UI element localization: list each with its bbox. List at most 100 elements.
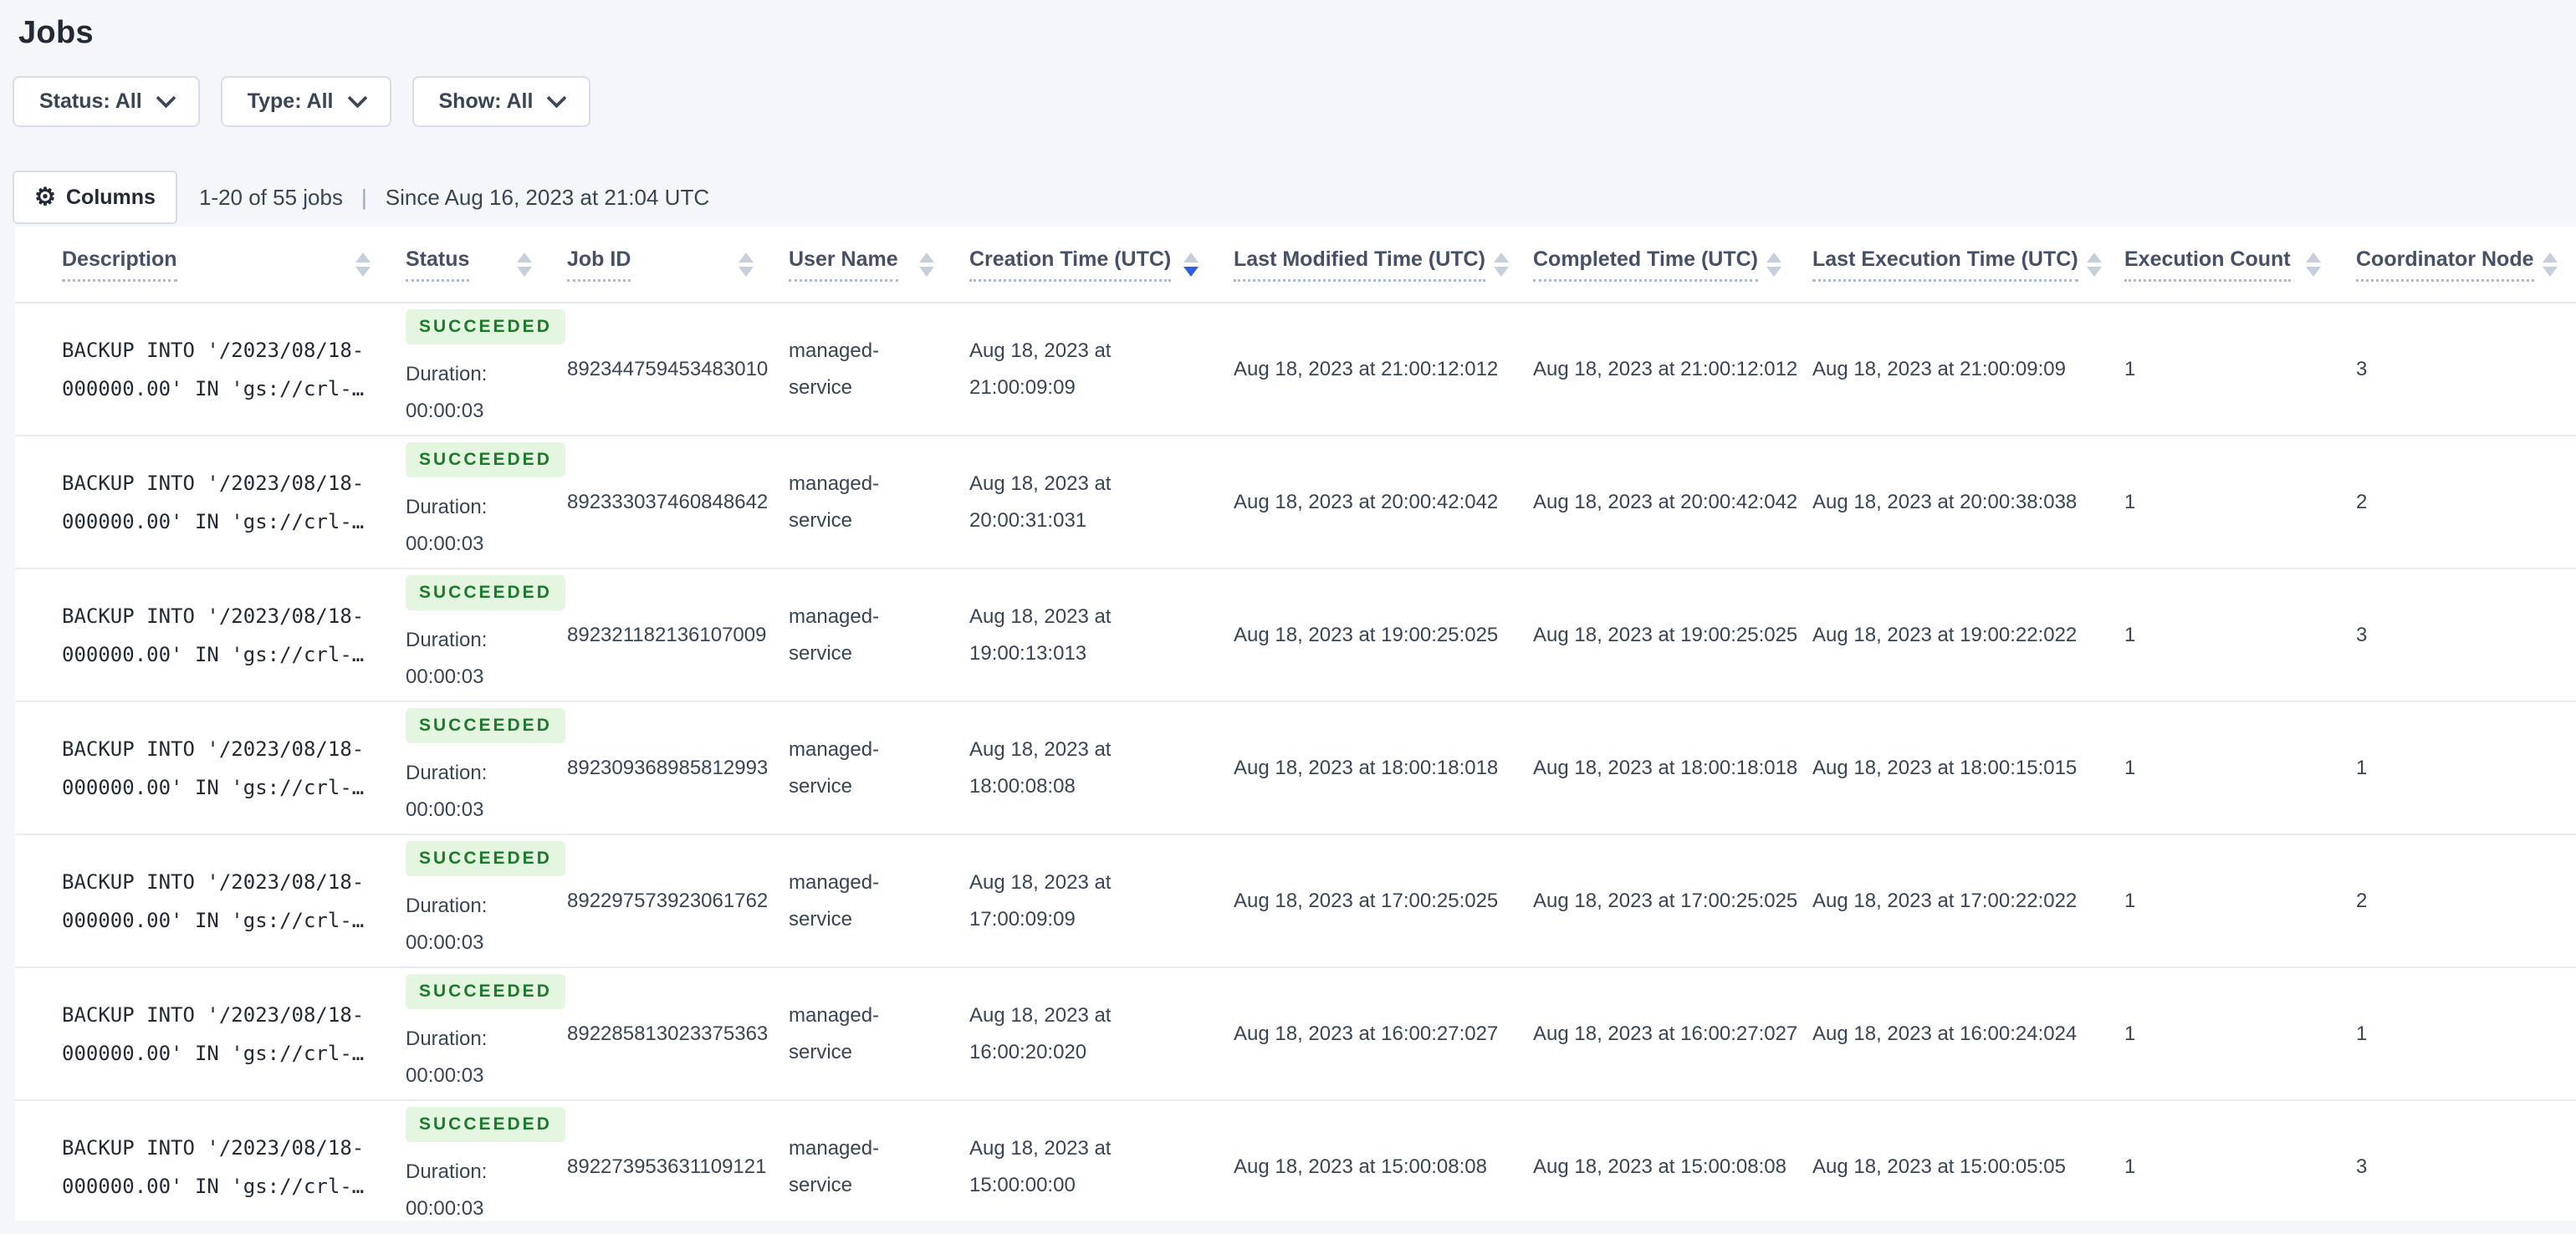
- column-header-user-name[interactable]: User Name: [772, 227, 953, 303]
- completed-time-value: Aug 18, 2023 at 20:00:42:042: [1533, 490, 1798, 513]
- table-row[interactable]: BACKUP INTO '/2023/08/18-000000.00' IN '…: [15, 701, 2576, 835]
- column-header-inner: Last Execution Time (UTC): [1812, 247, 2108, 282]
- cell-last-modified-time: Aug 18, 2023 at 17:00:25:025: [1217, 834, 1516, 968]
- completed-time-value: Aug 18, 2023 at 17:00:25:025: [1533, 889, 1798, 912]
- jobs-table: Description Status Job ID User Name Creation…: [15, 227, 2576, 1221]
- job-id-value: 892309368985812993: [567, 756, 769, 779]
- cell-description: BACKUP INTO '/2023/08/18-000000.00' IN '…: [15, 967, 389, 1101]
- cell-status: SUCCEEDED Duration: 00:00:03: [389, 569, 565, 702]
- page-title: Jobs: [18, 15, 94, 50]
- job-description-link[interactable]: BACKUP INTO '/2023/08/18-000000.00' IN '…: [62, 730, 370, 807]
- table-row[interactable]: BACKUP INTO '/2023/08/18-000000.00' IN '…: [15, 436, 2576, 569]
- creation-time-value: Aug 18, 2023 at 19:00:13:013: [969, 604, 1112, 665]
- cell-completed-time: Aug 18, 2023 at 20:00:42:042: [1516, 436, 1798, 569]
- cell-coordinator-node: 1: [2339, 967, 2576, 1101]
- show-filter-dropdown[interactable]: Show: All: [411, 76, 591, 127]
- status-badge-wrap: SUCCEEDED: [406, 973, 565, 1021]
- type-filter-dropdown[interactable]: Type: All: [220, 76, 391, 127]
- creation-time-value: Aug 18, 2023 at 20:00:31:031: [969, 472, 1112, 532]
- filter-bar: Status: All Type: All Show: All: [13, 76, 2576, 127]
- cell-coordinator-node: 1: [2339, 701, 2576, 835]
- table-header-row: Description Status Job ID User Name Creation…: [15, 227, 2576, 303]
- sort-icon[interactable]: [2543, 252, 2558, 277]
- coordinator-node-value: 3: [2356, 623, 2368, 646]
- column-header-execution-count[interactable]: Execution Count: [2108, 227, 2339, 303]
- job-description-link[interactable]: BACKUP INTO '/2023/08/18-000000.00' IN '…: [62, 863, 370, 940]
- columns-button[interactable]: ⚙ Columns: [13, 171, 177, 224]
- column-header-label: Job ID: [567, 247, 631, 282]
- user-name-value: managed-service: [789, 604, 880, 665]
- sort-icon[interactable]: [2306, 252, 2321, 277]
- job-description-link[interactable]: BACKUP INTO '/2023/08/18-000000.00' IN '…: [62, 464, 370, 541]
- sort-desc-arrow-icon: [919, 266, 934, 277]
- creation-time-value: Aug 18, 2023 at 16:00:20:020: [969, 1003, 1112, 1063]
- completed-time-value: Aug 18, 2023 at 19:00:25:025: [1533, 623, 1798, 646]
- column-header-label: Execution Count: [2124, 247, 2291, 282]
- job-duration: Duration: 00:00:03: [406, 761, 488, 821]
- table-row[interactable]: BACKUP INTO '/2023/08/18-000000.00' IN '…: [15, 303, 2576, 436]
- job-duration: Duration: 00:00:03: [406, 1027, 488, 1087]
- column-header-description[interactable]: Description: [15, 227, 389, 303]
- execution-count-value: 1: [2124, 357, 2136, 380]
- cell-creation-time: Aug 18, 2023 at 16:00:20:020: [953, 967, 1217, 1101]
- sort-desc-arrow-icon: [1493, 266, 1509, 277]
- execution-count-value: 1: [2124, 889, 2136, 912]
- column-header-coordinator-node[interactable]: Coordinator Node: [2339, 227, 2576, 303]
- cell-user-name: managed-service: [772, 834, 953, 968]
- column-header-completed-time-utc[interactable]: Completed Time (UTC): [1516, 227, 1796, 303]
- cell-last-modified-time: Aug 18, 2023 at 15:00:08:08: [1217, 1100, 1516, 1221]
- job-description-link[interactable]: BACKUP INTO '/2023/08/18-000000.00' IN '…: [62, 1129, 370, 1206]
- cell-creation-time: Aug 18, 2023 at 18:00:08:08: [953, 701, 1217, 835]
- table-row[interactable]: BACKUP INTO '/2023/08/18-000000.00' IN '…: [15, 967, 2576, 1101]
- table-row[interactable]: BACKUP INTO '/2023/08/18-000000.00' IN '…: [15, 834, 2576, 968]
- job-id-value: 892297573923061762: [567, 889, 769, 912]
- sort-icon[interactable]: [919, 252, 934, 277]
- job-description-link[interactable]: BACKUP INTO '/2023/08/18-000000.00' IN '…: [62, 331, 370, 408]
- cell-last-execution-time: Aug 18, 2023 at 16:00:24:024: [1796, 967, 2108, 1101]
- status-badge: SUCCEEDED: [406, 840, 565, 876]
- column-header-creation-time-utc[interactable]: Creation Time (UTC): [953, 227, 1217, 303]
- cell-status: SUCCEEDED Duration: 00:00:03: [389, 967, 565, 1101]
- column-header-last-execution-time-utc[interactable]: Last Execution Time (UTC): [1796, 227, 2108, 303]
- show-filter-label: Show: All: [438, 89, 534, 113]
- cell-last-execution-time: Aug 18, 2023 at 18:00:15:015: [1796, 701, 2108, 835]
- job-description-link[interactable]: BACKUP INTO '/2023/08/18-000000.00' IN '…: [62, 597, 370, 674]
- cell-job-id: 892297573923061762: [550, 834, 772, 968]
- sort-icon[interactable]: [1183, 252, 1199, 277]
- sort-icon[interactable]: [1766, 252, 1781, 277]
- last-modified-value: Aug 18, 2023 at 19:00:25:025: [1234, 623, 1499, 646]
- column-header-label: User Name: [789, 247, 898, 282]
- column-header-job-id[interactable]: Job ID: [550, 227, 772, 303]
- column-header-inner: Last Modified Time (UTC): [1234, 247, 1516, 282]
- table-row[interactable]: BACKUP INTO '/2023/08/18-000000.00' IN '…: [15, 569, 2576, 702]
- sort-desc-arrow-icon: [2086, 266, 2102, 277]
- user-name-value: managed-service: [789, 1136, 880, 1196]
- column-header-last-modified-time-utc[interactable]: Last Modified Time (UTC): [1217, 227, 1516, 303]
- table-row[interactable]: BACKUP INTO '/2023/08/18-000000.00' IN '…: [15, 1100, 2576, 1221]
- cell-user-name: managed-service: [772, 701, 953, 835]
- last-execution-value: Aug 18, 2023 at 16:00:24:024: [1812, 1022, 2078, 1045]
- table-toolbar: ⚙ Columns 1-20 of 55 jobs | Since Aug 16…: [13, 171, 2576, 224]
- cell-last-execution-time: Aug 18, 2023 at 20:00:38:038: [1796, 436, 2108, 569]
- cell-job-id: 892344759453483010: [550, 303, 772, 436]
- sort-icon[interactable]: [2086, 252, 2102, 277]
- sort-icon[interactable]: [739, 252, 754, 277]
- status-badge-wrap: SUCCEEDED: [406, 308, 565, 356]
- status-badge: SUCCEEDED: [406, 308, 565, 344]
- cell-status: SUCCEEDED Duration: 00:00:03: [389, 1100, 565, 1221]
- sort-icon[interactable]: [1493, 252, 1509, 277]
- job-description-link[interactable]: BACKUP INTO '/2023/08/18-000000.00' IN '…: [62, 996, 370, 1073]
- cell-coordinator-node: 3: [2339, 303, 2576, 436]
- coordinator-node-value: 1: [2356, 756, 2368, 779]
- column-header-label: Creation Time (UTC): [969, 247, 1172, 282]
- completed-time-value: Aug 18, 2023 at 16:00:27:027: [1533, 1022, 1798, 1045]
- status-filter-dropdown[interactable]: Status: All: [13, 76, 200, 127]
- column-header-label: Description: [62, 247, 177, 282]
- sort-icon[interactable]: [517, 252, 532, 277]
- sort-icon[interactable]: [355, 252, 371, 277]
- gear-icon: ⚙: [34, 183, 56, 211]
- creation-time-value: Aug 18, 2023 at 17:00:09:09: [969, 870, 1112, 931]
- column-header-label: Status: [406, 247, 470, 282]
- column-header-status[interactable]: Status: [389, 227, 550, 303]
- cell-status: SUCCEEDED Duration: 00:00:03: [389, 303, 565, 436]
